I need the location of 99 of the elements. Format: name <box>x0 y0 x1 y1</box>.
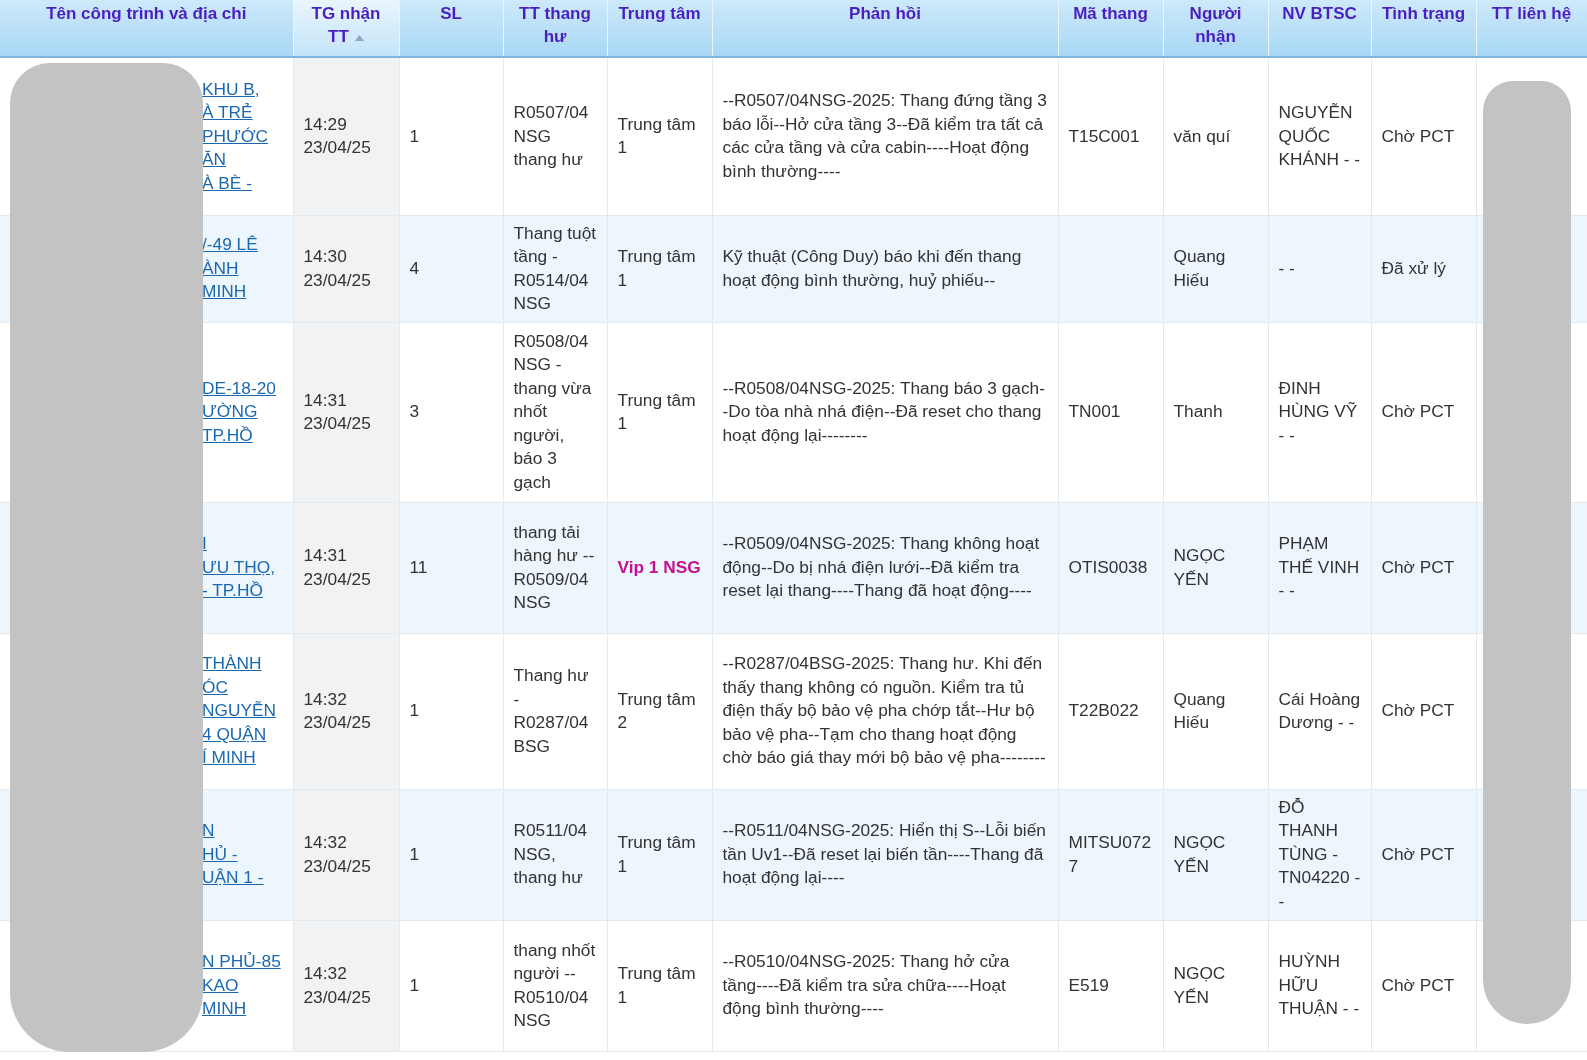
column-header[interactable]: Mã thang <box>1058 0 1163 57</box>
quantity: 3 <box>409 400 420 424</box>
quantity: 1 <box>409 124 420 148</box>
center-name: Vip 1 NSG <box>617 555 701 579</box>
address-link[interactable]: KAO <box>202 973 239 998</box>
status-text: Chờ PCT <box>1381 699 1455 723</box>
elevator-code: T15C001 <box>1068 124 1140 148</box>
status-text: Đã xử lý <box>1381 256 1446 280</box>
received-time: 14:30 23/04/25 <box>303 245 372 292</box>
staff-name: Cái Hoàng Dương - - <box>1278 687 1361 734</box>
address-link[interactable]: I <box>202 532 207 556</box>
received-time: 14:31 23/04/25 <box>303 388 372 435</box>
feedback-text: --R0508/04NSG-2025: Thang báo 3 gạch--Do tòa nhà nhá điện--Đã reset cho thang hoạt động lại-------- <box>722 376 1046 447</box>
staff-name: PHẠM THẾ VINH - - <box>1278 532 1361 603</box>
staff-name: - - <box>1278 256 1295 280</box>
center-name: Trung tâm 1 <box>617 831 697 878</box>
staff-name: ĐỖ THANH TÙNG - TN04220 - - <box>1278 795 1361 913</box>
address-link[interactable]: ÓC <box>202 675 228 700</box>
column-header[interactable]: Tình trạng <box>1371 0 1476 57</box>
address-link[interactable]: N <box>202 819 215 843</box>
received-time: 14:32 23/04/25 <box>303 962 372 1009</box>
column-header[interactable]: TT liên hệ <box>1476 0 1587 57</box>
address-link[interactable]: ÀNH <box>202 256 239 281</box>
address-link[interactable]: THÀNH <box>202 652 262 676</box>
quantity: 1 <box>409 842 420 866</box>
elevator-code: OTIS0038 <box>1068 555 1148 579</box>
staff-name: HUỲNH HỮU THUẬN - - <box>1278 950 1361 1021</box>
column-header[interactable]: SL <box>399 0 503 57</box>
received-time: 14:32 23/04/25 <box>303 831 372 878</box>
elevator-code: T22B022 <box>1068 699 1139 723</box>
received-time: 14:29 23/04/25 <box>303 112 372 160</box>
address-link[interactable]: 4 QUẬN <box>202 722 267 747</box>
address-link[interactable]: MINH <box>202 997 247 1021</box>
receiver-name: Quang Hiếu <box>1173 245 1227 292</box>
center-name: Trung tâm 1 <box>617 112 697 160</box>
center-name: Trung tâm 1 <box>617 962 697 1009</box>
address-link[interactable]: - TP.HỒ <box>202 579 263 603</box>
sort-ascending-icon <box>354 34 364 41</box>
address-link[interactable]: MINH <box>202 280 247 304</box>
received-time: 14:31 23/04/25 <box>303 544 372 591</box>
address-link[interactable]: À TRẺ <box>202 101 253 125</box>
address-link[interactable]: N PHỦ-85 <box>202 950 281 974</box>
column-header[interactable]: NV BTSC <box>1268 0 1371 57</box>
address-link[interactable]: ƯU THỌ, <box>202 555 275 580</box>
fault-description: Thang tuột tầng - R0514/04 NSG <box>513 221 597 315</box>
receiver-name: Quang Hiếu <box>1173 687 1227 734</box>
feedback-text: --R0507/04NSG-2025: Thang đứng tầng 3 báo lỗi--Hở cửa tầng 3--Đã kiểm tra tất cả các cửa tầng và cửa cabin----Hoạt động bình thường---- <box>722 89 1048 183</box>
elevator-code: TN001 <box>1068 400 1121 424</box>
fault-description: R0511/04 NSG, thang hư <box>513 819 589 890</box>
status-text: Chờ PCT <box>1381 973 1455 997</box>
feedback-text: --R0287/04BSG-2025: Thang hư. Khi đến thấy thang không có nguồn. Kiểm tra tủ điện thấy bộ bảo vệ pha chớp tắt--Hư bộ bảo vệ pha--Tạm cho thang hoạt động chờ báo giá thay mới bộ bảo vệ pha-------- <box>722 652 1047 770</box>
feedback-text: Kỹ thuật (Công Duy) báo khi đến thang hoạt động bình thường, huỷ phiếu-- <box>722 245 1023 292</box>
fault-description: Thang hư - R0287/04 BSG <box>513 664 590 758</box>
elevator-code: MITSU0727 <box>1068 831 1153 878</box>
center-name: Trung tâm 1 <box>617 388 697 435</box>
feedback-text: --R0509/04NSG-2025: Thang không hoạt động--Do bị nhá điện lưới--Đã kiểm tra reset lại thang----Thang đã hoạt động---- <box>722 532 1041 603</box>
column-header[interactable]: Tên công trình và địa chỉ <box>0 0 293 57</box>
address-link[interactable]: À BÈ - <box>202 171 252 195</box>
elevator-code: E519 <box>1068 973 1109 997</box>
column-header[interactable]: Trung tâm <box>607 0 712 57</box>
quantity: 1 <box>409 699 420 723</box>
address-link[interactable]: PHƯỚC <box>202 124 269 148</box>
address-link[interactable]: /-49 LÊ <box>202 233 258 257</box>
quantity: 1 <box>409 973 420 997</box>
address-link[interactable]: DE-18-20 <box>202 376 276 401</box>
column-header[interactable]: TG nhận TT <box>293 0 399 57</box>
receiver-name: NGỌC YẾN <box>1173 831 1227 878</box>
receiver-name: Thanh <box>1173 400 1223 424</box>
center-name: Trung tâm 1 <box>617 245 697 292</box>
fault-description: thang nhốt người -- R0510/04 NSG <box>513 938 597 1032</box>
address-link[interactable]: KHU B, <box>202 77 260 101</box>
staff-name: NGUYỄN QUỐC KHÁNH - - <box>1278 101 1361 171</box>
status-text: Chờ PCT <box>1381 400 1455 424</box>
receiver-name: NGỌC YẾN <box>1173 544 1227 591</box>
column-header[interactable]: TT thang hư <box>503 0 607 57</box>
address-link[interactable]: ƯỜNG <box>202 400 258 424</box>
address-link[interactable]: Í MINH <box>202 746 256 770</box>
status-text: Chờ PCT <box>1381 555 1455 579</box>
staff-name: ĐINH HÙNG VỸ - - <box>1278 376 1359 447</box>
address-link[interactable]: NGUYỄN <box>202 699 276 723</box>
fault-description: R0507/04 NSG thang hư <box>513 101 590 171</box>
fault-description: thang tải hàng hư -- R0509/04 NSG <box>513 520 596 614</box>
receiver-name: văn quí <box>1173 124 1231 148</box>
feedback-text: --R0510/04NSG-2025: Thang hở cửa tầng----Đã kiểm tra sửa chữa----Hoạt động bình thường---- <box>722 950 1011 1021</box>
address-link[interactable]: TP.HỒ <box>202 423 253 448</box>
fault-description: R0508/04 NSG - thang vừa nhốt người, báo 3 gạch <box>513 329 593 494</box>
address-link[interactable]: HỦ - <box>202 842 238 867</box>
column-header[interactable]: Phản hồi <box>712 0 1058 57</box>
status-text: Chờ PCT <box>1381 842 1455 866</box>
status-text: Chờ PCT <box>1381 124 1455 148</box>
column-header[interactable]: Người nhận <box>1163 0 1268 57</box>
center-name: Trung tâm 2 <box>617 687 697 734</box>
received-time: 14:32 23/04/25 <box>303 687 372 734</box>
quantity: 4 <box>409 256 420 280</box>
quantity: 11 <box>409 555 428 579</box>
address-link[interactable]: ĂN <box>202 148 226 172</box>
feedback-text: --R0511/04NSG-2025: Hiển thị S--Lỗi biến tần Uv1--Đã reset lại biến tần----Thang đã hoạt động lại---- <box>722 819 1047 890</box>
address-link[interactable]: UẬN 1 - <box>202 866 264 890</box>
receiver-name: NGỌC YẾN <box>1173 962 1227 1009</box>
